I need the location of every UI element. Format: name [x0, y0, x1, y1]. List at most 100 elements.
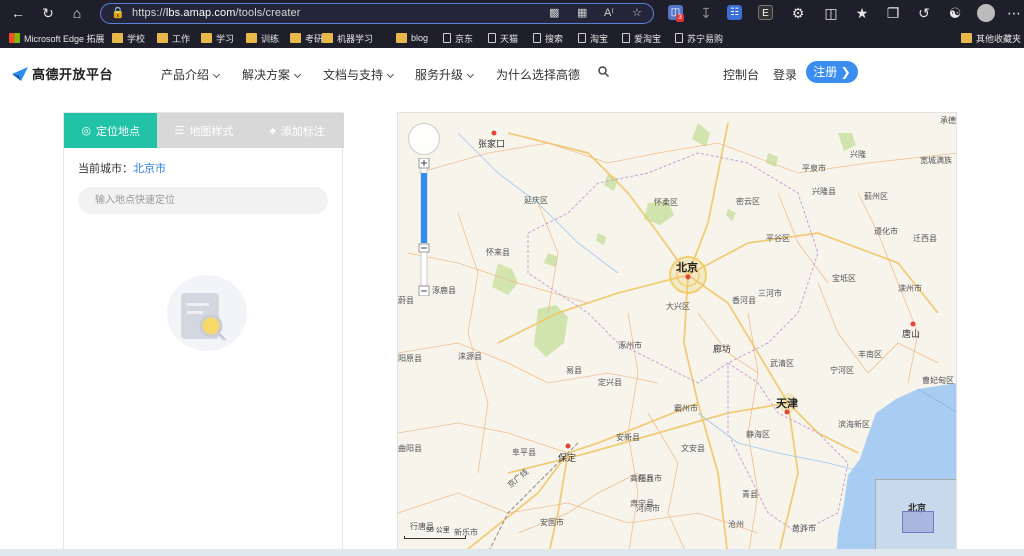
- bookmark-label: 京东: [455, 33, 474, 44]
- map-label-huailai: 怀来县: [486, 248, 510, 257]
- bookmark-item[interactable]: Microsoft Edge 拓展: [9, 31, 105, 45]
- back-icon[interactable]: ←: [9, 4, 27, 22]
- profile-avatar[interactable]: [977, 4, 995, 22]
- browser-toolbar: ← ↻ ⌂ 🔒 https://lbs.amap.com/tools/creat…: [0, 0, 1024, 27]
- map-label-binhai: 滨海新区: [838, 420, 870, 429]
- qr-icon[interactable]: ▦: [577, 6, 587, 19]
- bookmark-item[interactable]: 淘宝: [578, 31, 608, 45]
- page-icon: [578, 33, 586, 43]
- register-button[interactable]: 注册 ❯: [806, 61, 858, 83]
- nav-products[interactable]: 产品介绍: [161, 66, 221, 83]
- map-label-zhuozhou: 涿州市: [618, 341, 642, 350]
- collections-icon[interactable]: ❐: [884, 4, 902, 22]
- map-label-ninghe: 宁河区: [830, 366, 854, 375]
- map-label-dingxing: 定兴县: [598, 378, 622, 387]
- map-label-pinggu: 平谷区: [766, 234, 790, 243]
- map-label-bazhou: 霸州市: [674, 404, 698, 413]
- map-label-cangzhou: 沧州: [728, 520, 744, 529]
- map-label-tangshan: 唐山: [902, 329, 921, 339]
- site-logo[interactable]: 高德开放平台: [12, 64, 113, 83]
- bookmark-item[interactable]: 搜索: [533, 31, 563, 45]
- nav-label: 解决方案: [242, 68, 291, 82]
- nav-upgrade[interactable]: 服务升级: [415, 66, 475, 83]
- bookmark-item[interactable]: 学校: [112, 31, 145, 45]
- amap-logo-icon: [12, 66, 28, 81]
- page-icon: [533, 33, 541, 43]
- app-available-icon[interactable]: ▩: [549, 6, 559, 19]
- map-label-luanzhou: 滦州市: [898, 284, 922, 293]
- bookmark-item[interactable]: 机器学习: [322, 31, 373, 45]
- map-label-yixian: 易县: [566, 366, 582, 375]
- download-icon[interactable]: ↧: [697, 4, 715, 22]
- tool-panel: ◎ 定位地点 ☰ 地图样式 ♠ 添加标注 当前城市：北京市: [63, 112, 344, 556]
- home-icon[interactable]: ⌂: [68, 4, 86, 22]
- tab-map-style[interactable]: ☰ 地图样式: [157, 113, 251, 148]
- history-icon[interactable]: ↺: [915, 4, 933, 22]
- overview-minimap[interactable]: 北京: [875, 479, 956, 555]
- url-scheme: https://: [132, 7, 166, 19]
- tab-label: 定位地点: [95, 125, 140, 138]
- map-label-wenan: 文安县: [681, 444, 705, 453]
- extension-badge: 3: [676, 14, 684, 22]
- nav-docs[interactable]: 文档与支持: [323, 66, 395, 83]
- minimap-viewport[interactable]: [902, 511, 934, 533]
- current-city: 当前城市：北京市: [78, 160, 166, 176]
- bookmark-item[interactable]: 学习: [201, 31, 234, 45]
- translate-extension-icon[interactable]: ☷: [727, 5, 742, 20]
- map-zoom-control[interactable]: [418, 158, 430, 296]
- other-bookmarks[interactable]: 其他收藏夹: [961, 31, 1021, 45]
- nav-why-amap[interactable]: 为什么选择高德: [496, 66, 580, 83]
- map-label-suning: 肃宁县: [630, 499, 654, 508]
- bookmark-item[interactable]: 天猫: [488, 31, 518, 45]
- favorites-icon[interactable]: ★: [853, 4, 871, 22]
- location-search-input[interactable]: [78, 187, 328, 214]
- tab-add-marker[interactable]: ♠ 添加标注: [250, 113, 344, 148]
- map-label-qingxian: 青县: [742, 490, 758, 499]
- map-label-zunhua: 遵化市: [874, 227, 898, 236]
- map-label-yanqing: 延庆区: [524, 196, 548, 205]
- performance-icon[interactable]: ☯: [946, 4, 964, 22]
- read-aloud-icon[interactable]: A⁽: [604, 6, 614, 19]
- empty-state-icon: [167, 275, 247, 351]
- chevron-down-icon: [466, 70, 475, 79]
- map-label-daxing: 大兴区: [666, 302, 690, 311]
- city-value[interactable]: 北京市: [133, 163, 166, 175]
- city-label: 当前城市：: [78, 163, 133, 175]
- map-label-xinglong2: 兴隆: [850, 150, 866, 159]
- extensions-puzzle-icon[interactable]: ⚙: [789, 4, 807, 22]
- address-bar[interactable]: 🔒 https://lbs.amap.com/tools/creater ▩ ▦…: [100, 3, 654, 24]
- extension-e-icon[interactable]: E: [758, 5, 773, 20]
- tab-label: 地图样式: [189, 125, 234, 138]
- bookmark-label: 其他收藏夹: [976, 33, 1022, 44]
- map-base: [398, 122, 956, 555]
- tab-label: 添加标注: [280, 125, 325, 138]
- favorite-star-icon[interactable]: ☆: [632, 6, 642, 19]
- map-pan-control[interactable]: [408, 123, 440, 155]
- search-icon[interactable]: [598, 66, 609, 77]
- nav-solutions[interactable]: 解决方案: [242, 66, 302, 83]
- refresh-icon[interactable]: ↻: [39, 4, 57, 22]
- split-screen-icon[interactable]: ◫: [822, 4, 840, 22]
- login-link[interactable]: 登录: [773, 66, 797, 83]
- bookmark-item[interactable]: blog: [396, 31, 428, 45]
- tab-locate[interactable]: ◎ 定位地点: [64, 113, 158, 148]
- map-label-quyang: 曲阳县: [398, 444, 422, 453]
- map-label-beijing: 北京: [676, 262, 698, 274]
- bookmark-item[interactable]: 工作: [157, 31, 190, 45]
- bookmark-item[interactable]: 考研: [290, 31, 323, 45]
- console-link[interactable]: 控制台: [723, 66, 759, 83]
- chevron-down-icon: [212, 70, 221, 79]
- nav-label: 为什么选择高德: [496, 68, 581, 82]
- map-canvas[interactable]: 张家口 北京 天津 廊坊 保定 唐山 宽城满族 平泉市 兴隆县 遵化市 迁西县 …: [397, 112, 957, 556]
- more-menu-icon[interactable]: ⋯: [1005, 4, 1023, 22]
- folder-icon: [157, 33, 168, 43]
- bookmark-item[interactable]: 苏宁易购: [675, 31, 723, 45]
- address-url[interactable]: https://lbs.amap.com/tools/creater: [132, 7, 300, 19]
- map-label-chengde: 承德县: [940, 116, 956, 125]
- bookmark-item[interactable]: 爱淘宝: [622, 31, 661, 45]
- bookmark-item[interactable]: 训练: [246, 31, 279, 45]
- bookmark-item[interactable]: 京东: [443, 31, 473, 45]
- map-label-pingquan: 平泉市: [802, 164, 826, 173]
- bookmark-label: Microsoft Edge 拓展: [24, 33, 105, 44]
- map-label-anxin: 安新县: [616, 433, 640, 442]
